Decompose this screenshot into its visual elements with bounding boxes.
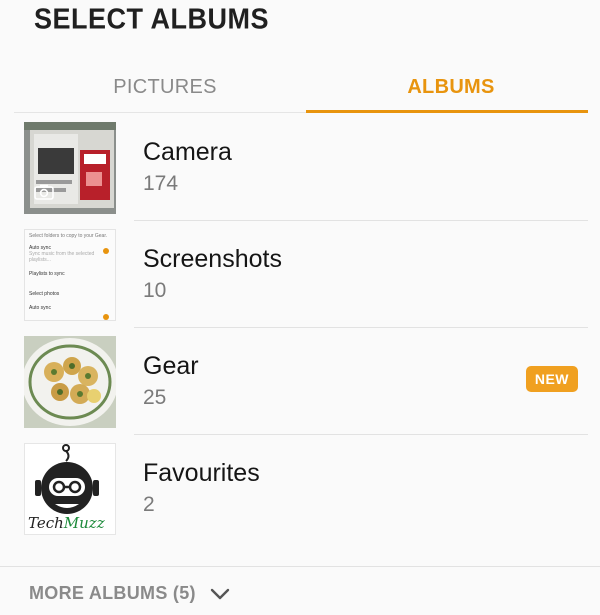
more-albums-section: MORE ALBUMS (5) (0, 566, 600, 615)
thumb-text: Playlists to sync (29, 271, 65, 277)
album-count: 2 (143, 493, 155, 516)
active-tab-indicator (306, 110, 588, 113)
logo-text: TechMuzz (28, 514, 105, 532)
more-albums-button[interactable]: MORE ALBUMS (5) (29, 583, 230, 604)
favourites-album-thumbnail: TechMuzz (24, 443, 116, 535)
camera-album-thumbnail (24, 122, 116, 214)
chevron-down-icon (210, 588, 230, 599)
new-badge: NEW (525, 366, 578, 392)
page-title: SELECT ALBUMS (34, 3, 269, 35)
thumb-text: Select photos (29, 291, 60, 297)
album-name: Gear (143, 352, 199, 380)
album-count: 25 (143, 386, 167, 409)
gear-album-thumbnail (24, 336, 116, 428)
album-name: Camera (143, 138, 232, 166)
album-name: Favourites (143, 459, 260, 487)
album-row-gear[interactable]: Gear 25 NEW (0, 328, 600, 435)
album-count: 10 (143, 279, 167, 302)
screenshots-album-thumbnail: Select folders to copy to your Gear. Aut… (24, 229, 116, 321)
album-row-favourites[interactable]: TechMuzz Favourites 2 (0, 435, 600, 542)
album-name: Screenshots (143, 245, 282, 273)
album-row-screenshots[interactable]: Select folders to copy to your Gear. Aut… (0, 221, 600, 328)
album-row-camera[interactable]: Camera 174 (0, 114, 600, 221)
camera-icon (34, 184, 54, 200)
tab-pictures[interactable]: PICTURES (20, 62, 310, 112)
tab-albums[interactable]: ALBUMS (306, 62, 596, 112)
more-albums-label: MORE ALBUMS (5) (29, 583, 196, 603)
thumb-text: Select folders to copy to your Gear. (29, 233, 108, 239)
tab-bar: PICTURES ALBUMS (0, 62, 600, 114)
album-count: 174 (143, 172, 179, 195)
thumb-text: Auto sync (29, 305, 51, 311)
